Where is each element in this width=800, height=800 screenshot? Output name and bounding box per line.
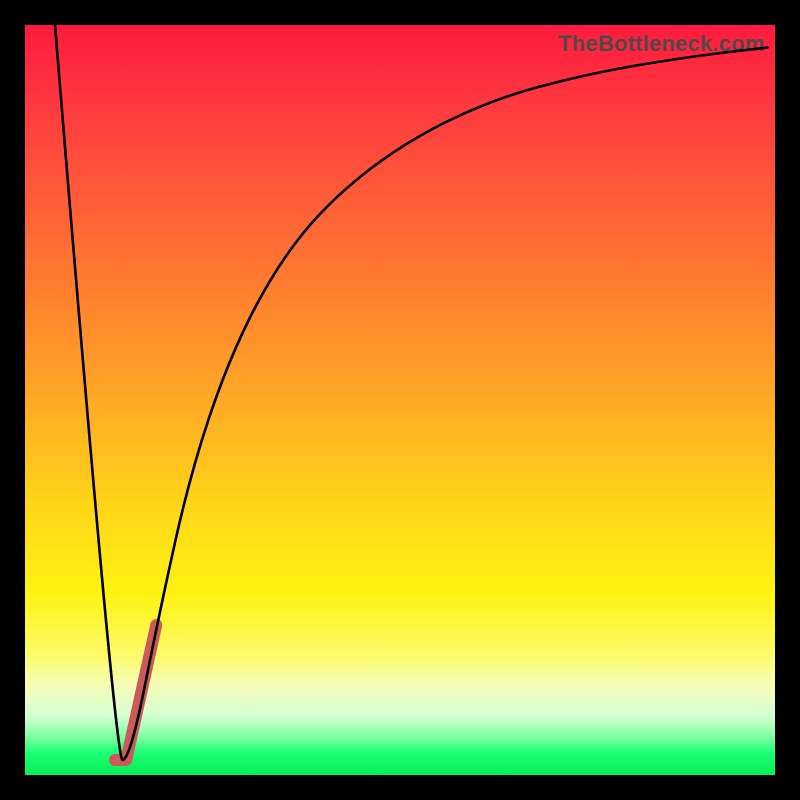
chart-svg — [25, 25, 775, 775]
chart-plot-area: TheBottleneck.com — [25, 25, 775, 775]
series-red-segment — [115, 625, 156, 760]
chart-frame: TheBottleneck.com — [0, 0, 800, 800]
series-black-curve — [55, 25, 768, 760]
